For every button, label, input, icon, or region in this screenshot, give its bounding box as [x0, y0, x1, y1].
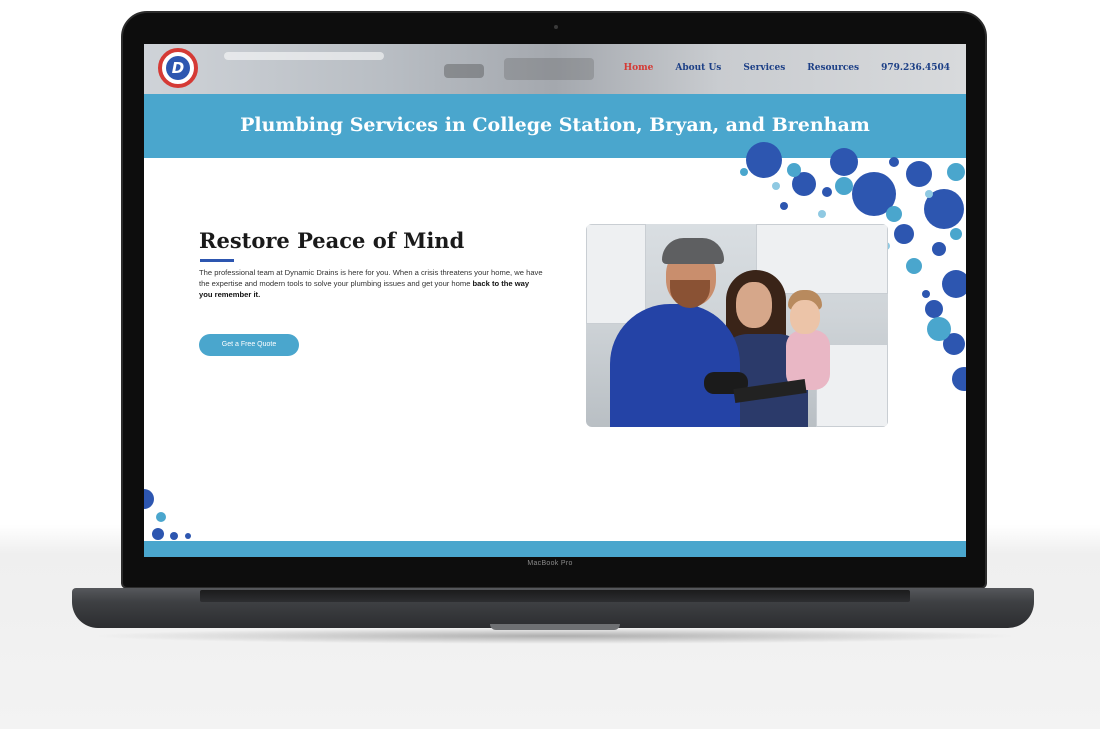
- section-heading: Restore Peace of Mind: [199, 228, 465, 253]
- laptop-shadow: [90, 628, 1020, 644]
- website-screen: D Home About Us Services Resources 979.2…: [144, 44, 966, 557]
- nav-services-link[interactable]: Services: [743, 63, 785, 73]
- photo-cabinet: [586, 224, 646, 324]
- nav-about-link[interactable]: About Us: [675, 63, 721, 73]
- nav-home-link[interactable]: Home: [620, 54, 653, 80]
- footer-band: [144, 541, 966, 557]
- photo-figure: [662, 238, 724, 264]
- header-texture: [224, 52, 384, 60]
- intro-paragraph: The professional team at Dynamic Drains …: [199, 267, 544, 300]
- laptop-notch: [490, 624, 620, 630]
- nav-resources-link[interactable]: Resources: [807, 63, 859, 73]
- hero-title: Plumbing Services in College Station, Br…: [240, 114, 870, 136]
- laptop-hinge: [200, 590, 910, 602]
- laptop-mockup: MacBook Pro D Home About Us Services Res…: [0, 0, 1100, 729]
- header-texture: [444, 64, 484, 78]
- photo-figure: [736, 282, 772, 328]
- logo-mark: D: [166, 56, 190, 80]
- free-quote-button[interactable]: Get a Free Quote: [199, 334, 299, 356]
- header-texture: [504, 58, 594, 80]
- heading-underline: [200, 259, 234, 262]
- photo-figure: [610, 304, 740, 427]
- site-header: D Home About Us Services Resources 979.2…: [144, 44, 966, 94]
- technician-family-photo: [586, 224, 888, 427]
- hero-banner: Plumbing Services in College Station, Br…: [144, 94, 966, 158]
- camera: [554, 25, 558, 29]
- nav-phone-link[interactable]: 979.236.4504: [881, 63, 950, 73]
- main-nav: Home About Us Services Resources 979.236…: [620, 54, 950, 80]
- site-logo[interactable]: D: [158, 48, 198, 88]
- photo-figure: [790, 300, 820, 334]
- device-label: MacBook Pro: [527, 560, 573, 567]
